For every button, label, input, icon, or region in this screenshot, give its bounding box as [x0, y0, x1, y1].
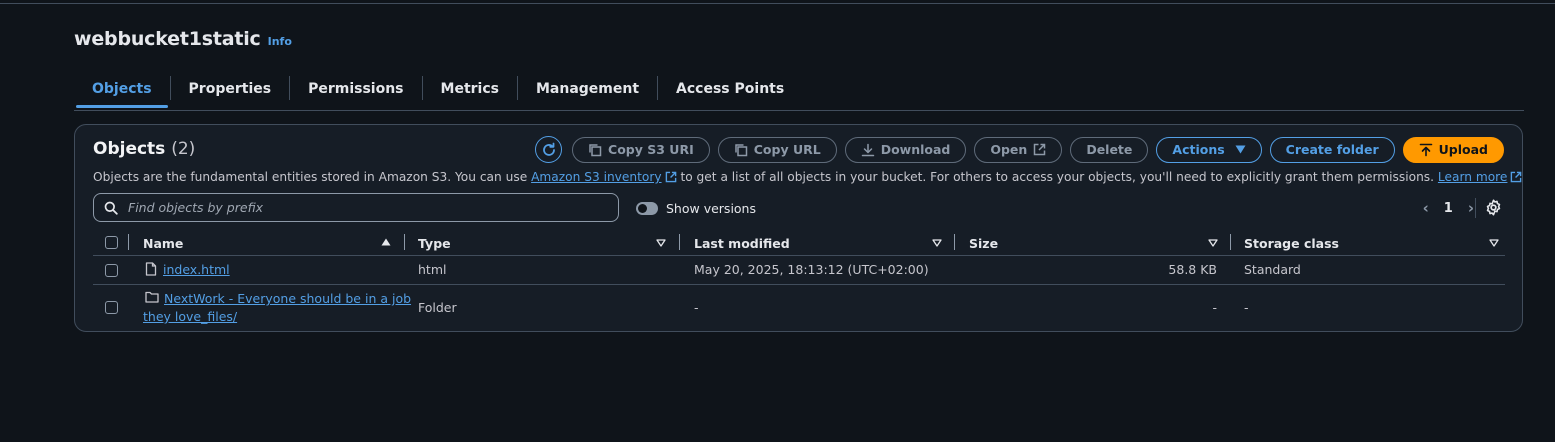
objects-heading: Objects (2)	[93, 139, 195, 159]
copy-url-label: Copy URL	[753, 142, 821, 157]
current-page-number[interactable]: 1	[1444, 201, 1453, 216]
object-name-cell: index.html	[145, 262, 230, 277]
objects-heading-label: Objects	[93, 139, 166, 159]
upload-label: Upload	[1438, 142, 1488, 157]
copy-icon	[589, 143, 602, 156]
external-link-icon	[1034, 143, 1046, 156]
open-label: Open	[990, 142, 1028, 157]
refresh-button[interactable]	[535, 136, 563, 163]
tab-access-points[interactable]: Access Points	[658, 70, 802, 107]
object-storage-class: -	[1244, 300, 1249, 315]
description-text: to get a list of all objects in your buc…	[676, 170, 1438, 184]
bucket-name: webbucket1static	[74, 28, 261, 50]
sort-down-icon[interactable]	[932, 239, 942, 247]
open-button[interactable]: Open	[974, 136, 1063, 163]
previous-page-icon[interactable]: ‹	[1423, 199, 1429, 217]
sort-down-icon[interactable]	[1208, 239, 1218, 247]
s3-inventory-link[interactable]: Amazon S3 inventory	[531, 170, 662, 184]
object-size: -	[1212, 300, 1217, 315]
learn-more-link[interactable]: Learn more	[1438, 170, 1508, 184]
search-box	[93, 193, 619, 222]
objects-toolbar: Copy S3 URI Copy URL Download Open Delet…	[535, 136, 1504, 163]
object-type: Folder	[418, 300, 457, 315]
next-page-icon[interactable]: ›	[1468, 199, 1474, 217]
sort-down-icon[interactable]	[1489, 239, 1499, 247]
tab-metrics[interactable]: Metrics	[423, 70, 517, 107]
table-row: index.html html May 20, 2025, 18:13:12 (…	[93, 256, 1505, 285]
object-size: 58.8 KB	[1168, 262, 1217, 277]
show-versions-control: Show versions	[636, 201, 756, 216]
objects-count: (2)	[171, 139, 196, 159]
tab-objects[interactable]: Objects	[74, 70, 170, 108]
download-icon	[861, 143, 874, 156]
copy-url-button[interactable]: Copy URL	[717, 136, 837, 163]
file-icon	[145, 262, 157, 276]
column-last-modified[interactable]: Last modified	[694, 236, 790, 251]
folder-name-link[interactable]: they love_files/	[143, 309, 237, 324]
tab-management[interactable]: Management	[518, 70, 657, 107]
objects-panel: Objects (2) Copy S3 URI Copy URL Downloa…	[74, 124, 1523, 332]
column-separator	[954, 234, 955, 250]
copy-s3-uri-button[interactable]: Copy S3 URI	[572, 136, 710, 163]
download-label: Download	[880, 142, 951, 157]
sort-ascending-icon[interactable]	[381, 238, 391, 246]
objects-description: Objects are the fundamental entities sto…	[93, 170, 1522, 184]
refresh-icon	[542, 142, 555, 156]
folder-name-link-line1[interactable]: NextWork - Everyone should be in a job	[164, 291, 411, 306]
folder-name-link-line2[interactable]: they love_files/	[143, 309, 237, 324]
page-title: webbucket1static Info	[74, 28, 292, 50]
create-folder-label: Create folder	[1285, 142, 1379, 157]
create-folder-button[interactable]: Create folder	[1269, 136, 1395, 163]
object-last-modified: -	[694, 300, 699, 315]
column-separator	[128, 234, 129, 250]
search-icon	[104, 201, 118, 215]
column-storage-class[interactable]: Storage class	[1244, 236, 1339, 251]
folder-icon-wrapper	[145, 291, 159, 306]
top-divider	[0, 3, 1555, 4]
actions-label: Actions	[1172, 142, 1225, 157]
object-storage-class: Standard	[1244, 262, 1301, 277]
caret-down-icon	[1235, 145, 1246, 154]
table-row: NextWork - Everyone should be in a job t…	[93, 285, 1505, 330]
description-text: Objects are the fundamental entities sto…	[93, 170, 532, 184]
copy-s3-uri-label: Copy S3 URI	[608, 142, 694, 157]
show-versions-label: Show versions	[666, 201, 756, 216]
download-button[interactable]: Download	[844, 136, 967, 163]
pagination: ‹ 1 ›	[1423, 199, 1474, 217]
table-settings-button[interactable]	[1485, 199, 1502, 220]
row-checkbox[interactable]	[105, 301, 118, 314]
info-link[interactable]: Info	[268, 35, 292, 48]
select-all-checkbox[interactable]	[105, 236, 118, 249]
folder-name-link[interactable]: NextWork - Everyone should be in a job	[164, 291, 411, 306]
table-header: Name Type Last modified Size Storage cla…	[93, 233, 1505, 256]
copy-icon	[734, 143, 747, 156]
tab-bar: Objects Properties Permissions Metrics M…	[74, 70, 1524, 111]
sort-down-icon[interactable]	[656, 239, 666, 247]
column-type[interactable]: Type	[418, 236, 451, 251]
upload-button[interactable]: Upload	[1402, 136, 1504, 163]
column-size[interactable]: Size	[969, 236, 998, 251]
column-separator	[679, 234, 680, 250]
delete-button[interactable]: Delete	[1070, 136, 1149, 163]
column-separator	[404, 234, 405, 250]
column-separator	[1230, 234, 1231, 250]
row-checkbox[interactable]	[105, 264, 118, 277]
show-versions-toggle[interactable]	[636, 202, 658, 215]
external-link-icon	[1511, 171, 1522, 183]
folder-icon	[145, 291, 159, 303]
object-name-link[interactable]: index.html	[163, 262, 230, 277]
object-type: html	[418, 262, 447, 277]
external-link-icon	[665, 171, 676, 183]
object-last-modified: May 20, 2025, 18:13:12 (UTC+02:00)	[694, 262, 929, 277]
upload-icon	[1419, 143, 1432, 156]
tab-properties[interactable]: Properties	[171, 70, 290, 107]
search-input[interactable]	[126, 199, 610, 216]
tab-permissions[interactable]: Permissions	[290, 70, 421, 107]
pagination-divider	[1475, 198, 1476, 218]
column-name[interactable]: Name	[143, 236, 183, 251]
actions-dropdown[interactable]: Actions	[1156, 136, 1262, 163]
gear-icon	[1486, 199, 1501, 216]
delete-label: Delete	[1086, 142, 1133, 157]
objects-table: Name Type Last modified Size Storage cla…	[93, 233, 1505, 330]
